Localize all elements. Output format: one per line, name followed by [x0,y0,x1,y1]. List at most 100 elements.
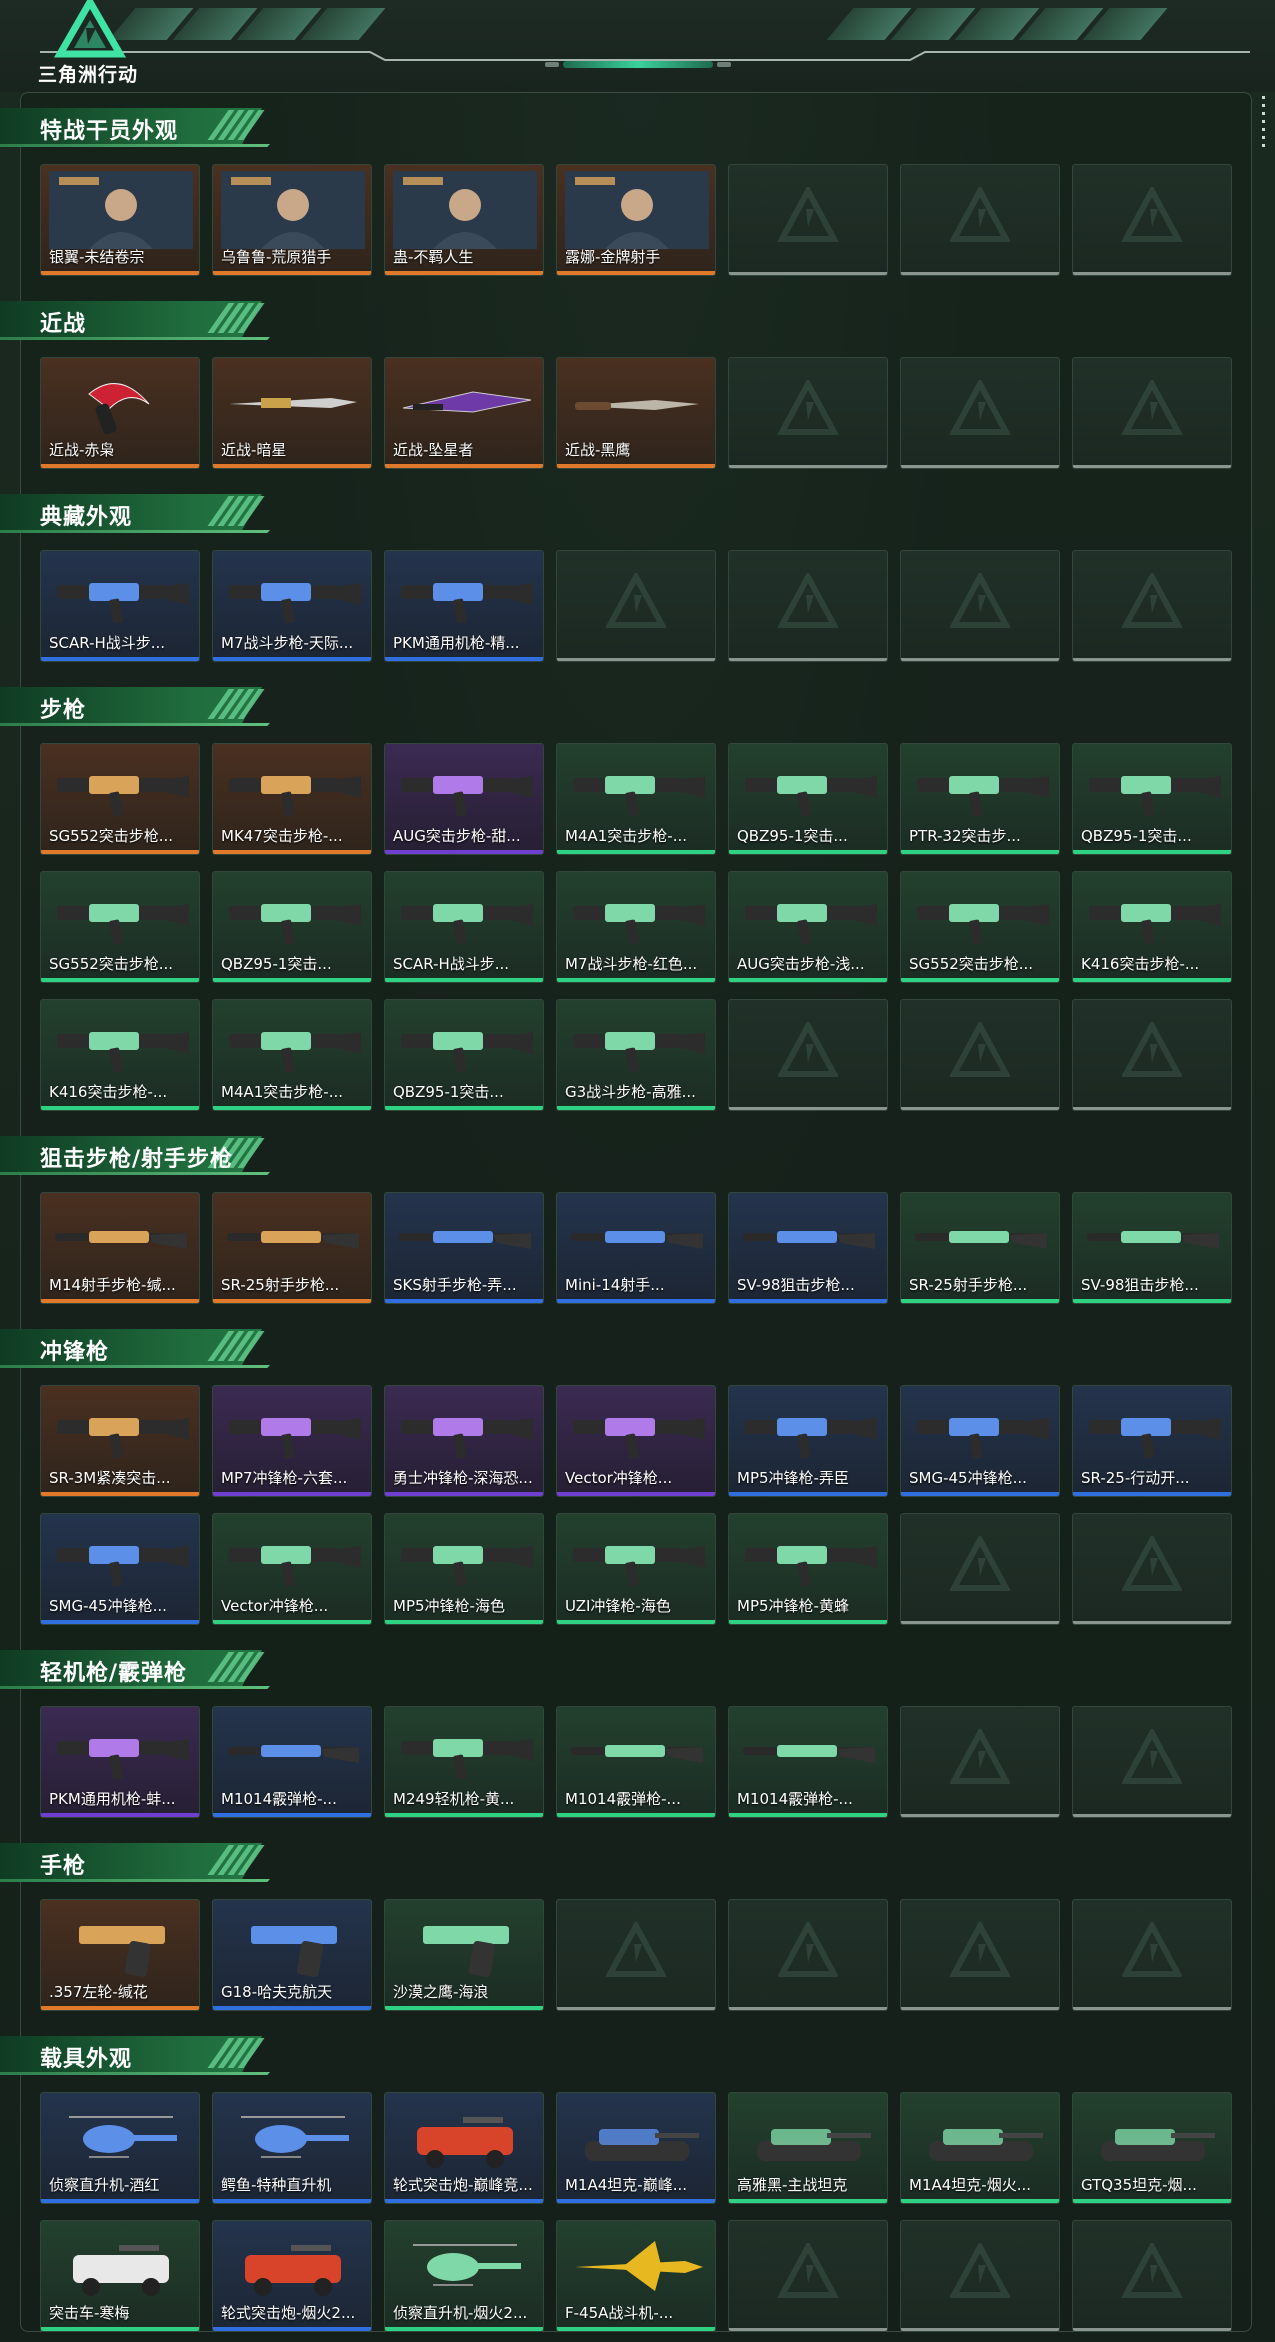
rifle-icon [393,750,537,828]
skin-card[interactable]: 轮式突击炮-烟火2... [212,2220,372,2332]
skin-card[interactable]: MP7冲锋枪-六套... [212,1385,372,1497]
skin-card[interactable]: M1014霰弹枪-... [728,1706,888,1818]
skin-card[interactable]: SCAR-H战斗步... [40,550,200,662]
skin-card[interactable]: SMG-45冲锋枪... [900,1385,1060,1497]
skin-card[interactable]: M1A4坦克-巅峰... [556,2092,716,2204]
rarity-bar [385,1813,543,1817]
skin-card[interactable]: K416突击步枪-... [1072,871,1232,983]
rarity-bar [213,2199,371,2203]
skin-card-label: SR-25射手步枪... [909,1276,1028,1294]
empty-slot [556,1899,716,2011]
skin-card[interactable]: 轮式突击炮-巅峰竞... [384,2092,544,2204]
skin-card[interactable]: M7战斗步枪-天际... [212,550,372,662]
skin-card[interactable]: SR-25射手步枪... [900,1192,1060,1304]
skin-card[interactable]: 露娜-金牌射手 [556,164,716,276]
skin-card[interactable]: AUG突击步枪-甜... [384,743,544,855]
skin-card[interactable]: SG552突击步枪... [40,743,200,855]
tank-icon [1081,2099,1225,2177]
empty-slot-logo-icon [778,2243,838,2298]
skin-card[interactable]: 勇士冲锋枪-深海恐... [384,1385,544,1497]
skin-card[interactable]: M4A1突击步枪-... [556,743,716,855]
skin-card[interactable]: SKS射手步枪-弄... [384,1192,544,1304]
empty-slot [728,1899,888,2011]
skin-card[interactable]: M4A1突击步枪-... [212,999,372,1111]
skin-card[interactable]: 沙漠之鹰-海浪 [384,1899,544,2011]
tank-icon [737,2099,881,2177]
skin-card[interactable]: 高雅黑-主战坦克 [728,2092,888,2204]
skin-card[interactable]: 近战-赤枭 [40,357,200,469]
skin-card[interactable]: .357左轮-缄花 [40,1899,200,2011]
skin-card[interactable]: 突击车-寒梅 [40,2220,200,2332]
skin-card[interactable]: M14射手步枪-缄... [40,1192,200,1304]
skin-card[interactable]: 乌鲁鲁-荒原猎手 [212,164,372,276]
rarity-bar [557,978,715,982]
skin-card[interactable]: K416突击步枪-... [40,999,200,1111]
revolver-icon [49,1906,193,1984]
skin-card[interactable]: PKM通用机枪-精... [384,550,544,662]
skin-card[interactable]: MP5冲锋枪-海色 [384,1513,544,1625]
skin-card[interactable]: 近战-坠星者 [384,357,544,469]
skin-card[interactable]: 蛊-不羁人生 [384,164,544,276]
skin-card-label: 蛊-不羁人生 [393,248,474,266]
skin-card[interactable]: SMG-45冲锋枪... [40,1513,200,1625]
skin-card[interactable]: M1A4坦克-烟火... [900,2092,1060,2204]
skin-card[interactable]: Vector冲锋枪... [556,1385,716,1497]
empty-slot-bar [557,2007,715,2010]
skin-card[interactable]: GTQ35坦克-烟... [1072,2092,1232,2204]
skin-card[interactable]: 侦察直升机-酒红 [40,2092,200,2204]
section-header-stripes [207,496,265,526]
skin-card[interactable]: Mini-14射手... [556,1192,716,1304]
skin-card[interactable]: AUG突击步枪-浅... [728,871,888,983]
skin-card-label: AUG突击步枪-甜... [393,827,521,845]
skin-card[interactable]: QBZ95-1突击... [1072,743,1232,855]
skin-card[interactable]: G3战斗步枪-高雅... [556,999,716,1111]
skin-card[interactable]: SV-98狙击步枪... [1072,1192,1232,1304]
skin-card-label: F-45A战斗机-... [565,2304,674,2322]
section-title: 冲锋枪 [40,1340,110,1365]
skin-card[interactable]: SR-25射手步枪... [212,1192,372,1304]
rarity-bar [41,2006,199,2010]
sword-icon [221,364,365,442]
skin-card[interactable]: MP5冲锋枪-弄臣 [728,1385,888,1497]
skin-card[interactable]: QBZ95-1突击... [212,871,372,983]
rarity-bar [41,1106,199,1110]
empty-slot-logo-icon [950,1729,1010,1784]
section-title: 狙击步枪/射手步枪 [40,1147,234,1172]
skin-card[interactable]: M1014霰弹枪-... [556,1706,716,1818]
skin-card[interactable]: QBZ95-1突击... [384,999,544,1111]
skin-card[interactable]: MK47突击步枪-... [212,743,372,855]
skin-card[interactable]: QBZ95-1突击... [728,743,888,855]
rarity-bar [1073,1492,1231,1496]
section: 轻机枪/霰弹枪 PKM通用机枪-蚌... M1014霰弹枪-... M249轻机… [0,1642,1275,1818]
skin-card[interactable]: 银翼-未结卷宗 [40,164,200,276]
skin-card[interactable]: SG552突击步枪... [900,871,1060,983]
rarity-bar [1073,2199,1231,2203]
skin-card[interactable]: 侦察直升机-烟火2... [384,2220,544,2332]
skin-card[interactable]: G18-哈夫克航天 [212,1899,372,2011]
karambit-knife-icon [49,364,193,442]
skin-card[interactable]: PKM通用机枪-蚌... [40,1706,200,1818]
rarity-bar [213,271,371,275]
empty-slot [556,550,716,662]
skin-card[interactable]: PTR-32突击步... [900,743,1060,855]
skin-card[interactable]: M7战斗步枪-红色... [556,871,716,983]
skin-card-label: SV-98狙击步枪... [1081,1276,1199,1294]
empty-slot [1072,999,1232,1111]
skin-card[interactable]: SR-3M紧凑突击... [40,1385,200,1497]
skin-card[interactable]: UZI冲锋枪-海色 [556,1513,716,1625]
skin-card[interactable]: SV-98狙击步枪... [728,1192,888,1304]
skin-card[interactable]: Vector冲锋枪... [212,1513,372,1625]
skin-card[interactable]: SR-25-行动开... [1072,1385,1232,1497]
skin-card[interactable]: M1014霰弹枪-... [212,1706,372,1818]
skin-card[interactable]: M249轻机枪-黄... [384,1706,544,1818]
skin-card[interactable]: 鳄鱼-特种直升机 [212,2092,372,2204]
skin-card[interactable]: 近战-暗星 [212,357,372,469]
skin-card[interactable]: 近战-黑鹰 [556,357,716,469]
skin-card[interactable]: SCAR-H战斗步... [384,871,544,983]
skin-card[interactable]: SG552突击步枪... [40,871,200,983]
skin-card-label: PKM通用机枪-精... [393,634,520,652]
skin-card[interactable]: F-45A战斗机-... [556,2220,716,2332]
section-title: 轻机枪/霰弹枪 [40,1661,188,1686]
skin-card[interactable]: MP5冲锋枪-黄蜂 [728,1513,888,1625]
skin-card-label: GTQ35坦克-烟... [1081,2176,1197,2194]
